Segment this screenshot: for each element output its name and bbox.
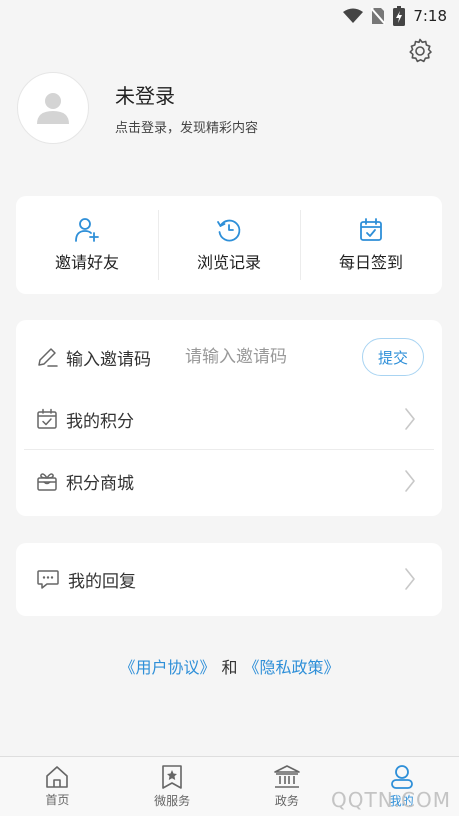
browse-history-button[interactable]: 浏览记录 (158, 196, 300, 294)
gift-icon (37, 473, 57, 491)
login-status[interactable]: 未登录 (115, 80, 258, 109)
daily-checkin-label: 每日签到 (338, 253, 403, 272)
nav-micro-service-label: 微服务 (154, 794, 191, 808)
browse-history-label: 浏览记录 (196, 253, 261, 272)
history-icon (217, 219, 241, 242)
status-icons: 7:18 (343, 6, 447, 26)
gear-icon (409, 38, 432, 63)
my-points-row[interactable]: 我的积分 (24, 388, 434, 450)
invite-code-input[interactable] (185, 347, 335, 367)
replies-card: 我的回复 (16, 543, 442, 616)
invite-friends-label: 邀请好友 (54, 253, 119, 272)
my-replies-label: 我的回复 (68, 571, 136, 592)
add-user-icon (75, 218, 99, 242)
my-replies-row[interactable]: 我的回复 (24, 548, 434, 610)
default-avatar-icon (37, 93, 69, 124)
daily-checkin-button[interactable]: 每日签到 (300, 196, 442, 294)
chevron-right-icon (405, 408, 415, 430)
no-sim-icon (371, 7, 386, 25)
edit-pencil-icon (38, 348, 58, 367)
battery-charging-icon (393, 6, 406, 26)
invite-code-row: 输入邀请码 提交 (24, 326, 434, 388)
user-icon (390, 765, 413, 789)
quick-actions-card: 邀请好友 浏览记录 每日签到 (16, 196, 442, 294)
nav-government-label: 政务 (274, 794, 299, 808)
chat-bubble-icon (37, 570, 59, 589)
points-shop-label: 积分商城 (66, 473, 134, 494)
chevron-right-icon (405, 470, 415, 492)
agreement-links: 《用户协议》和《隐私政策》 (0, 654, 459, 678)
menu-card: 输入邀请码 提交 我的积分 积分商城 (16, 320, 442, 516)
invite-friends-button[interactable]: 邀请好友 (16, 196, 158, 294)
login-prompt[interactable]: 点击登录，发现精彩内容 (115, 117, 258, 136)
profile-header[interactable]: 未登录 点击登录，发现精彩内容 (17, 72, 258, 144)
points-shop-row[interactable]: 积分商城 (24, 450, 434, 512)
privacy-policy-link[interactable]: 《隐私政策》 (244, 658, 340, 677)
status-bar: 7:18 (0, 0, 459, 32)
avatar[interactable] (17, 72, 89, 144)
wifi-icon (343, 8, 364, 23)
status-time: 7:18 (413, 7, 447, 25)
calendar-check-icon (37, 408, 57, 429)
chevron-right-icon (405, 568, 415, 590)
star-bookmark-icon (162, 765, 182, 789)
settings-button[interactable] (407, 38, 433, 64)
nav-micro-service[interactable]: 微服务 (115, 757, 230, 816)
nav-government[interactable]: 政务 (230, 757, 345, 816)
submit-invite-button[interactable]: 提交 (362, 338, 424, 376)
government-building-icon (274, 765, 300, 788)
invite-code-label: 输入邀请码 (66, 349, 151, 370)
calendar-check-icon (360, 218, 382, 241)
watermark: QQTN.COM (331, 788, 451, 812)
my-points-label: 我的积分 (66, 411, 134, 432)
nav-home[interactable]: 首页 (0, 757, 115, 816)
home-icon (46, 766, 69, 788)
user-agreement-link[interactable]: 《用户协议》 (119, 658, 215, 677)
agreement-and: 和 (221, 658, 238, 677)
nav-home-label: 首页 (45, 793, 70, 807)
